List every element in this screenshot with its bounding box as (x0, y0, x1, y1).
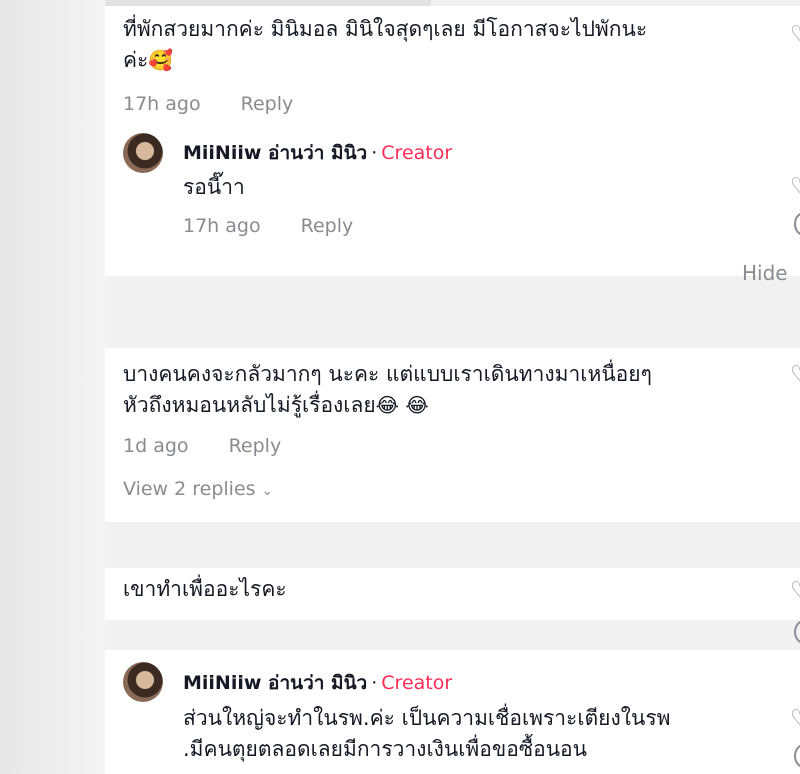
comment-author[interactable]: MiiNiiw อ่านว่า มินิว · Creator (183, 668, 452, 698)
heart-icon[interactable]: ♡ (790, 364, 800, 386)
like-count-indicator (794, 620, 800, 644)
comment-text: เขาทำเพื่ออะไรคะ (123, 577, 287, 601)
reply-text-line2: .มีคนตุยตลอดเลยมีการวางเงินเพื่อขอซื้อนอ… (183, 737, 588, 761)
author-name[interactable]: MiiNiiw อ่านว่า มินิว (183, 142, 367, 164)
reply-text: รอนี๊าา (183, 175, 245, 199)
comment-text-line1: ที่พักสวยมากค่ะ มินิมอล มินิใจสุดๆเลย มี… (123, 17, 648, 41)
view-replies-button[interactable]: View 2 replies ⌄ (123, 478, 273, 500)
chevron-down-icon[interactable]: ⌄ (262, 483, 274, 499)
creator-badge: Creator (381, 672, 453, 694)
heart-icon[interactable]: ♡ (790, 176, 800, 198)
comment-text-line2: หัวถึงหมอนหลับไม่รู้เรื่องเลย (123, 393, 376, 417)
reply-time: 17h ago (183, 215, 261, 237)
left-shade (0, 0, 105, 774)
reply-text: ส่วนใหญ่จะทำในรพ.ค่ะ เป็นความเชื่อเพราะเ… (183, 703, 763, 765)
comment-text: ที่พักสวยมากค่ะ มินิมอล มินิใจสุดๆเลย มี… (123, 14, 763, 76)
comment-text: บางคนคงจะกลัวมากๆ นะคะ แต่แบบเราเดินทางม… (123, 359, 773, 421)
reply-button[interactable]: Reply (241, 93, 294, 115)
heart-icon[interactable]: ♡ (790, 708, 800, 730)
reply-button[interactable]: Reply (301, 215, 354, 237)
separator: · (371, 142, 378, 164)
smiling-hearts-emoji: 🥰 (148, 48, 174, 72)
avatar[interactable] (123, 133, 163, 173)
heart-icon[interactable]: ♡ (790, 24, 800, 46)
comment-meta: 1d ago Reply (123, 435, 281, 457)
creator-badge: Creator (381, 142, 453, 164)
reply-button[interactable]: Reply (229, 435, 282, 457)
separator: · (371, 672, 378, 694)
comment-meta: 17h ago Reply (123, 93, 293, 115)
avatar[interactable] (123, 662, 163, 702)
view-replies-label[interactable]: View 2 replies (123, 478, 256, 500)
hide-button[interactable]: Hide (742, 261, 788, 285)
reply-meta: 17h ago Reply (183, 215, 353, 237)
reply-text-line1: ส่วนใหญ่จะทำในรพ.ค่ะ เป็นความเชื่อเพราะเ… (183, 706, 671, 730)
laughing-emoji: 😂 😂 (375, 393, 429, 417)
comment-time: 17h ago (123, 93, 201, 115)
author-name[interactable]: MiiNiiw อ่านว่า มินิว (183, 672, 367, 694)
comment-time: 1d ago (123, 435, 189, 457)
comment-author[interactable]: MiiNiiw อ่านว่า มินิว · Creator (183, 138, 452, 168)
comment-text-line2: ค่ะ (123, 48, 149, 72)
comment-text-line1: บางคนคงจะกลัวมากๆ นะคะ แต่แบบเราเดินทางม… (123, 362, 652, 386)
heart-icon[interactable]: ♡ (790, 580, 800, 602)
